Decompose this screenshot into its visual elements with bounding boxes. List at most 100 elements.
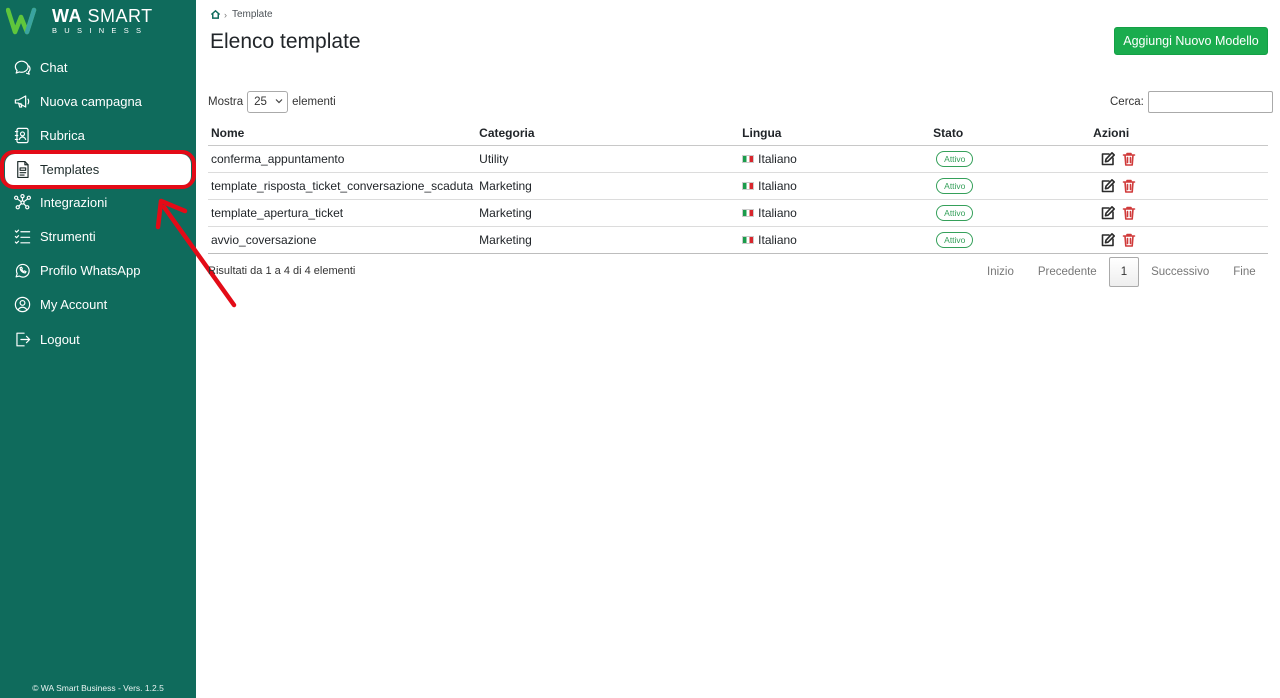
edit-icon[interactable] [1100,205,1116,221]
template-category: Marketing [476,198,740,226]
sidebar-item-chat[interactable]: Chat [0,50,196,84]
sidebar-item-label: Chat [40,59,68,75]
template-actions [1090,198,1268,226]
sidebar-item-my-account[interactable]: My Account [0,288,196,322]
trash-icon[interactable] [1119,178,1137,194]
breadcrumb-current: Template [232,9,273,20]
home-icon[interactable] [210,9,221,20]
contacts-icon [12,126,32,146]
edit-icon[interactable] [1100,178,1116,194]
template-language: Italiano [739,144,931,172]
status-badge: Attivo [936,231,974,248]
page-length-value: 25 [254,96,267,108]
breadcrumb-separator: › [224,9,227,20]
version-footer: © WA Smart Business - Vers. 1.2.5 [32,683,164,693]
page-title: Elenco template [210,30,361,53]
template-name: conferma_appuntamento [208,144,477,172]
language-label: Italiano [758,178,797,193]
sidebar-item-label: My Account [40,297,108,313]
template-name: template_apertura_ticket [208,198,477,226]
pagination-last[interactable]: Fine [1221,257,1267,287]
sidebar-item-templates[interactable]: Templates [5,153,191,186]
template-actions [1090,225,1268,254]
column-header-azioni: Azioni [1090,121,1268,146]
language-label: Italiano [758,232,797,247]
italy-flag-icon [742,181,755,190]
template-status: Attivo [930,198,1091,226]
template-status: Attivo [930,225,1091,254]
italy-flag-icon [742,235,755,244]
pagination-first[interactable]: Inizio [975,257,1026,287]
sidebar-item-label: Templates [40,162,100,178]
search-control: Cerca: [1110,91,1273,113]
trash-icon[interactable] [1119,205,1137,221]
logo-icon [6,7,37,35]
network-icon [12,192,32,212]
template-language: Italiano [739,225,931,254]
sidebar-item-label: Profilo WhatsApp [40,263,141,279]
brand-logo[interactable]: WA SMART BUSINESS [6,5,191,37]
italy-flag-icon [742,154,755,163]
template-category: Marketing [476,225,740,254]
template-language: Italiano [739,171,931,199]
trash-icon[interactable] [1119,151,1137,167]
template-name: avvio_coversazione [208,225,477,254]
add-template-button[interactable]: Aggiungi Nuovo Modello [1114,27,1268,55]
template-actions [1090,144,1268,172]
megaphone-icon [12,91,32,111]
sidebar-item-rubrica[interactable]: Rubrica [0,119,196,153]
template-status: Attivo [930,171,1091,199]
sidebar-item-strumenti[interactable]: Strumenti [0,219,196,253]
column-header-stato[interactable]: Stato [930,121,1091,146]
trash-icon[interactable] [1119,232,1137,248]
status-badge: Attivo [936,177,974,194]
template-status: Attivo [930,144,1091,172]
pagination: Inizio Precedente 1 Successivo Fine [975,257,1268,287]
breadcrumb: › Template [210,9,273,20]
template-name: template_risposta_ticket_conversazione_s… [208,171,477,199]
sidebar-item-logout[interactable]: Logout [0,322,196,356]
pagination-next[interactable]: Successivo [1139,257,1221,287]
template-actions [1090,171,1268,199]
sidebar-item-profilo-whatsapp[interactable]: Profilo WhatsApp [0,253,196,287]
column-header-lingua[interactable]: Lingua [739,121,931,146]
brand-title: WA SMART [52,6,153,26]
pagination-previous[interactable]: Precedente [1026,257,1109,287]
table-row: template_apertura_ticket Marketing Itali… [208,198,1268,226]
chat-icon [12,57,32,77]
sidebar-item-integrazioni[interactable]: Integrazioni [0,185,196,219]
language-label: Italiano [758,151,797,166]
page-length-select[interactable]: 25 [247,91,289,113]
document-icon [12,160,32,180]
show-label: Mostra [208,96,244,108]
edit-icon[interactable] [1100,151,1116,167]
italy-flag-icon [742,208,755,217]
search-input[interactable] [1147,91,1273,113]
status-badge: Attivo [936,150,974,167]
column-header-categoria[interactable]: Categoria [476,121,740,146]
search-label: Cerca: [1110,96,1144,108]
page-length-control: Mostra 25 elementi [208,91,336,113]
sidebar-item-label: Integrazioni [40,194,108,210]
whatsapp-icon [12,261,32,281]
table-info: Risultati da 1 a 4 di 4 elementi [208,265,356,277]
edit-icon[interactable] [1100,232,1116,248]
table-row: template_risposta_ticket_conversazione_s… [208,171,1268,199]
status-badge: Attivo [936,204,974,221]
brand-subtitle: BUSINESS [52,26,149,35]
logout-icon [12,329,32,349]
pagination-current-page[interactable]: 1 [1108,257,1140,287]
sidebar-item-label: Nuova campagna [40,93,142,109]
sidebar-item-label: Rubrica [40,128,85,144]
table-header-row: Nome Categoria Lingua Stato Azioni [208,121,1268,146]
table-row: avvio_coversazione Marketing Italiano At… [208,225,1268,254]
column-header-nome[interactable]: Nome [208,121,477,146]
language-label: Italiano [758,205,797,220]
templates-table: Nome Categoria Lingua Stato Azioni confe… [208,121,1268,254]
template-language: Italiano [739,198,931,226]
entries-label: elementi [292,96,336,108]
user-circle-icon [12,295,32,315]
sidebar: WA SMART BUSINESS Chat Nuova campagna Ru… [0,0,196,698]
sidebar-item-nuova-campagna[interactable]: Nuova campagna [0,84,196,118]
sidebar-item-label: Strumenti [40,228,96,244]
